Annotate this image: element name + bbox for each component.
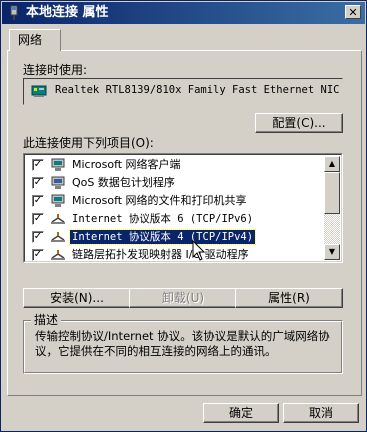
list-item[interactable]: ✓ Internet 协议版本 6 (TCP/IPv6): [26, 210, 324, 228]
cancel-button-label: 取消: [308, 406, 333, 420]
uninstall-button[interactable]: 卸载(U): [129, 288, 237, 308]
properties-dialog: 本地连接 属性 ✕ 网络 连接时使用: Realtek RTL8139/810x…: [0, 0, 367, 432]
install-button-label: 安装(N)...: [50, 291, 104, 305]
protocol-icon: [51, 250, 65, 260]
uninstall-button-label: 卸载(U): [161, 291, 205, 305]
configure-button[interactable]: 配置(C)...: [255, 113, 343, 133]
list-item[interactable]: ✓ 链路层拓扑发现映射器 I/O 驱动程序: [26, 246, 324, 262]
protocol-icon: [51, 214, 65, 224]
file-share-icon: [51, 194, 65, 207]
items-section-label: 此连接使用下列项目(O):: [23, 136, 154, 150]
item-label: Internet 协议版本 6 (TCP/IPv6): [72, 213, 254, 225]
list-item[interactable]: ✓ Microsoft 网络客户端: [26, 156, 324, 174]
title-bar[interactable]: 本地连接 属性 ✕: [2, 2, 365, 24]
ok-button[interactable]: 确定: [203, 403, 279, 423]
connect-using-label: 连接时使用:: [23, 63, 88, 77]
ok-button-label: 确定: [228, 406, 253, 420]
components-list[interactable]: ✓ Microsoft 网络客户端 ✓ QoS 数据包计划程序 ✓ Micros…: [23, 153, 343, 263]
protocol-icon: [51, 232, 65, 242]
list-item[interactable]: ✓ Internet 协议版本 4 (TCP/IPv4): [26, 228, 324, 246]
item-checkbox[interactable]: ✓: [32, 195, 44, 207]
scroll-thumb[interactable]: [324, 172, 340, 214]
close-button[interactable]: ✕: [345, 5, 361, 19]
item-label: Microsoft 网络的文件和打印机共享: [72, 194, 247, 207]
close-icon: ✕: [348, 5, 358, 19]
item-checkbox[interactable]: ✓: [32, 213, 44, 225]
item-checkbox[interactable]: ✓: [32, 159, 44, 171]
configure-button-label: 配置(C)...: [272, 116, 326, 130]
item-checkbox[interactable]: ✓: [32, 249, 44, 261]
properties-button[interactable]: 属性(R): [235, 288, 343, 308]
cancel-button[interactable]: 取消: [283, 403, 359, 423]
description-title: 描述: [31, 313, 62, 327]
network-client-icon: [51, 158, 65, 171]
item-label: 链路层拓扑发现映射器 I/O 驱动程序: [72, 248, 249, 261]
list-scrollbar[interactable]: ▲ ▼: [324, 156, 340, 260]
item-checkbox[interactable]: ✓: [32, 177, 44, 189]
scroll-down-button[interactable]: ▼: [324, 244, 340, 260]
network-connection-icon: [10, 5, 18, 20]
mouse-pointer-icon: [192, 240, 206, 261]
window-title: 本地连接 属性: [26, 5, 109, 20]
tab-network[interactable]: 网络: [9, 29, 61, 51]
arrow-down-icon: ▼: [328, 247, 336, 256]
install-button[interactable]: 安装(N)...: [23, 288, 131, 308]
description-text: 传输控制协议/Internet 协议。该协议是默认的广域网络协议，它提供在不同的…: [35, 329, 330, 358]
network-adapter-icon: [31, 85, 47, 97]
item-label: Internet 协议版本 4 (TCP/IPv4): [68, 229, 257, 245]
qos-icon: [51, 176, 65, 189]
item-label: Microsoft 网络客户端: [72, 158, 181, 171]
list-item[interactable]: ✓ QoS 数据包计划程序: [26, 174, 324, 192]
item-label: QoS 数据包计划程序: [72, 176, 175, 189]
arrow-up-icon: ▲: [328, 159, 336, 168]
adapter-field: Realtek RTL8139/810x Family Fast Etherne…: [23, 78, 343, 105]
scroll-up-button[interactable]: ▲: [324, 156, 340, 172]
tab-label: 网络: [18, 33, 43, 47]
adapter-name: Realtek RTL8139/810x Family Fast Etherne…: [55, 84, 340, 96]
properties-button-label: 属性(R): [268, 291, 310, 305]
item-checkbox[interactable]: ✓: [32, 231, 44, 243]
list-item[interactable]: ✓ Microsoft 网络的文件和打印机共享: [26, 192, 324, 210]
